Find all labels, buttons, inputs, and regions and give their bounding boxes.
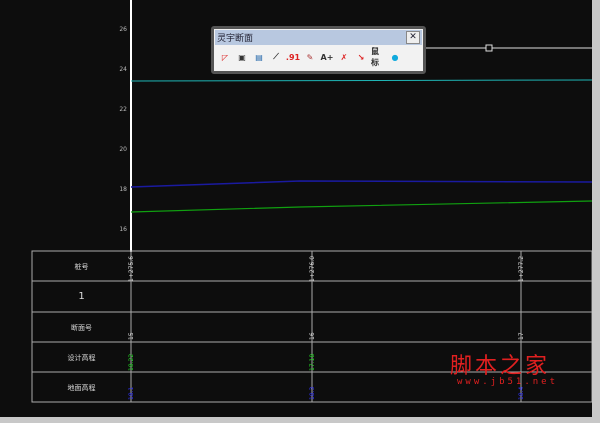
station-value: 1+276.0 (309, 255, 316, 282)
chart-icon[interactable]: ▤ (252, 49, 266, 65)
ground-value: 18.3 (309, 386, 316, 400)
section-value: 17 (518, 332, 525, 340)
tick-label: 20 (119, 146, 127, 153)
design-value: 18.22 (128, 353, 135, 371)
delete-line-icon[interactable]: ✗ (337, 49, 351, 65)
number-icon[interactable]: .91 (286, 49, 300, 65)
ruler-icon[interactable]: ⟋ (269, 49, 283, 65)
station-value: 1+277.2 (518, 255, 525, 282)
profile-icon[interactable]: ◸ (218, 49, 232, 65)
design-profile-line (130, 200, 593, 213)
label-icon[interactable]: 鼠标 (371, 47, 385, 67)
color-icon[interactable]: ● (388, 49, 402, 65)
toolbar-title: 灵宇断面 (217, 34, 254, 44)
watermark-url: www.jb51.net (457, 377, 559, 387)
section-value: 15 (128, 332, 135, 340)
toolbar-buttons: ◸ ▣ ▤ ⟋ .91 ✎ A+ ✗ ↘ 鼠标 ● (214, 46, 423, 68)
tick-label: 24 (119, 66, 127, 73)
close-icon[interactable]: ✕ (406, 31, 420, 44)
row-label-ground: 地面高程 (67, 384, 96, 392)
row-label-section: 断面号 (71, 324, 92, 332)
section-value: 16 (309, 332, 316, 340)
tick-label: 16 (119, 226, 127, 233)
tick-label: 22 (119, 106, 127, 113)
station-value: 1+275.6 (128, 255, 135, 282)
watermark-title: 脚本之家 (450, 354, 551, 379)
elevation-icon[interactable]: A+ (320, 49, 334, 65)
toolbar-titlebar[interactable]: 灵宇断面 ✕ (215, 30, 422, 45)
ground-value: 18.1 (128, 386, 135, 400)
tick-label: 18 (119, 186, 127, 193)
ground-profile-line (130, 180, 593, 188)
grip-handle[interactable] (485, 44, 493, 52)
window-border (0, 417, 600, 423)
design-value: 17.18 (309, 353, 316, 371)
edit-line-icon[interactable]: ↘ (354, 49, 368, 65)
cyan-profile-line (130, 79, 593, 82)
frame-icon[interactable]: ▣ (235, 49, 249, 65)
row-label-station: 桩号 (74, 263, 89, 271)
pen-icon[interactable]: ✎ (303, 49, 317, 65)
row-label-design: 设计高程 (67, 354, 96, 362)
ground-value: 18.4 (518, 386, 525, 400)
window-border (592, 0, 600, 423)
tick-label: 26 (119, 26, 127, 33)
row-label-index: 1 (78, 291, 85, 302)
section-toolbar[interactable]: 灵宇断面 ✕ ◸ ▣ ▤ ⟋ .91 ✎ A+ ✗ ↘ 鼠标 ● (211, 26, 426, 74)
